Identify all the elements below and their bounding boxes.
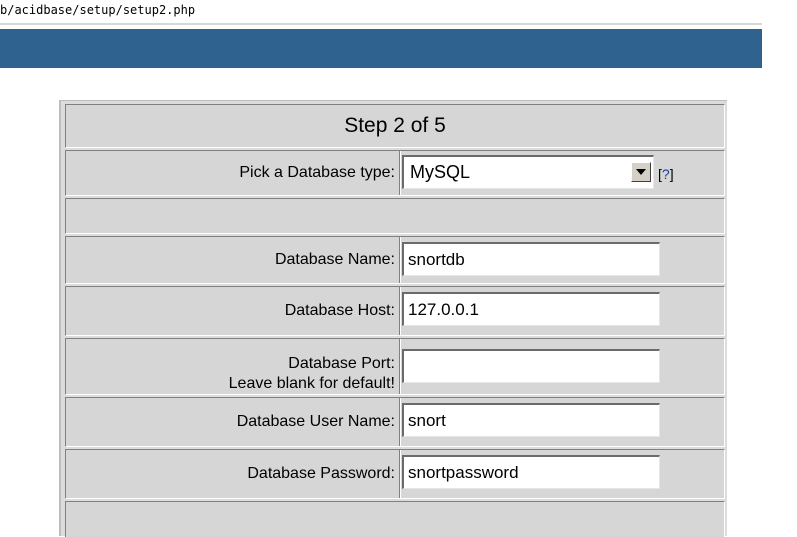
step-title: Step 2 of 5: [344, 114, 446, 137]
header-bar: [0, 29, 762, 68]
db-name-row: Database Name:: [65, 236, 725, 284]
step-title-row: Step 2 of 5: [65, 104, 725, 148]
db-user-row: Database User Name:: [65, 397, 725, 447]
db-type-row: Pick a Database type: MySQL [?]: [65, 150, 725, 196]
db-password-row: Database Password:: [65, 449, 725, 499]
blank-spacer-row: [65, 198, 725, 234]
db-port-label: Database Port: Leave blank for default!: [66, 339, 398, 394]
column-divider-highlight: [400, 339, 401, 394]
db-user-input[interactable]: [402, 403, 660, 437]
db-name-label: Database Name:: [274, 251, 395, 268]
db-port-row: Database Port: Leave blank for default!: [65, 338, 725, 395]
column-divider-highlight: [400, 450, 401, 498]
address-bar-url[interactable]: b/acidbase/setup/setup2.php: [0, 3, 195, 17]
db-host-label: Database Host:: [284, 302, 395, 319]
column-divider-highlight: [400, 237, 401, 283]
bottom-spacer-row: [65, 501, 725, 537]
db-type-selected-value: MySQL: [410, 162, 471, 182]
db-host-row: Database Host:: [65, 286, 725, 336]
help-question-mark[interactable]: ?: [662, 166, 670, 182]
db-port-label-line2: Leave blank for default!: [228, 375, 395, 392]
address-bar[interactable]: b/acidbase/setup/setup2.php: [0, 0, 797, 24]
db-type-label: Pick a Database type:: [239, 164, 395, 181]
db-name-input[interactable]: [402, 242, 660, 276]
dropdown-arrow-icon[interactable]: [631, 162, 651, 182]
db-port-input[interactable]: [402, 349, 660, 383]
help-close-bracket: ]: [669, 166, 674, 182]
db-type-help-link[interactable]: [?]: [658, 163, 674, 185]
db-type-select[interactable]: MySQL: [402, 155, 654, 189]
db-user-label: Database User Name:: [236, 413, 395, 430]
db-password-label: Database Password:: [247, 465, 395, 482]
column-divider-highlight: [400, 398, 401, 446]
db-port-label-line1: Database Port:: [288, 355, 395, 372]
column-divider-highlight: [400, 287, 401, 335]
address-bar-divider: [0, 23, 762, 25]
db-host-input[interactable]: [402, 292, 660, 326]
column-divider-highlight: [400, 151, 401, 195]
db-password-input[interactable]: [402, 455, 660, 489]
setup-form-panel: Step 2 of 5 Pick a Database type: MySQL …: [59, 100, 727, 537]
